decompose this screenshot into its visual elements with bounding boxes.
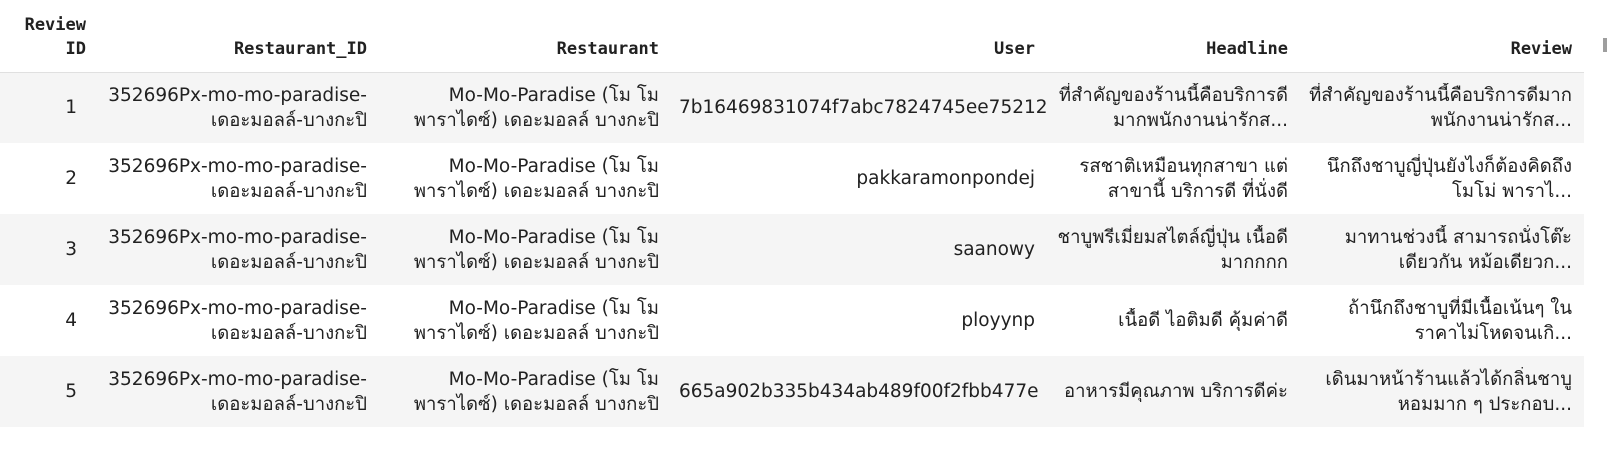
cell-user: ployynp — [671, 285, 1047, 356]
column-header-headline[interactable]: Headline — [1047, 0, 1300, 73]
dataframe-table: Review ID Restaurant_ID Restaurant User … — [0, 0, 1584, 427]
cell-review-id: 2 — [0, 143, 98, 214]
cell-review-id: 3 — [0, 214, 98, 285]
cell-user: 7b16469831074f7abc7824745ee75212 — [671, 72, 1047, 143]
cell-restaurant: Mo-Mo-Paradise (โม โม พาราไดซ์) เดอะมอลล… — [379, 356, 671, 427]
cell-headline: อาหารมีคุณภาพ บริการดีค่ะ — [1047, 356, 1300, 427]
cell-review: ถ้านึกถึงชาบูที่มีเนื้อเน้นๆ ในราคาไม่โห… — [1300, 285, 1584, 356]
cell-user: pakkaramonpondej — [671, 143, 1047, 214]
cell-review: ที่สำคัญของร้านนี้คือบริการดีมากพนักงานน… — [1300, 72, 1584, 143]
cell-review: มาทานช่วงนี้ สามารถนั่งโต๊ะเดียวกัน หม้อ… — [1300, 214, 1584, 285]
column-header-user[interactable]: User — [671, 0, 1047, 73]
cell-review-text: มาทานช่วงนี้ สามารถนั่งโต๊ะเดียวกัน หม้อ… — [1344, 226, 1572, 273]
cell-headline-text: เนื้อดี ไอติมดี คุ้มค่าดี — [1118, 310, 1288, 331]
cell-restaurant-id: 352696Px-mo-mo-paradise-เดอะมอลล์-บางกะป… — [98, 214, 379, 285]
table-row: 1 352696Px-mo-mo-paradise-เดอะมอลล์-บางก… — [0, 72, 1584, 143]
cell-restaurant-id: 352696Px-mo-mo-paradise-เดอะมอลล์-บางกะป… — [98, 356, 379, 427]
cell-headline: เนื้อดี ไอติมดี คุ้มค่าดี — [1047, 285, 1300, 356]
table-row: 3 352696Px-mo-mo-paradise-เดอะมอลล์-บางก… — [0, 214, 1584, 285]
cell-user: saanowy — [671, 214, 1047, 285]
horizontal-overflow-indicator[interactable] — [1603, 38, 1607, 52]
cell-review-text: ที่สำคัญของร้านนี้คือบริการดีมากพนักงานน… — [1309, 84, 1572, 131]
column-header-review[interactable]: Review — [1300, 0, 1584, 73]
cell-restaurant-id: 352696Px-mo-mo-paradise-เดอะมอลล์-บางกะป… — [98, 285, 379, 356]
cell-review-id: 4 — [0, 285, 98, 356]
cell-restaurant-id: 352696Px-mo-mo-paradise-เดอะมอลล์-บางกะป… — [98, 72, 379, 143]
column-header-review-id[interactable]: Review ID — [0, 0, 98, 73]
cell-review-text: เดินมาหน้าร้านแล้วได้กลิ่นชาบูหอมมาก ๆ ป… — [1325, 368, 1572, 415]
cell-headline-text: รสชาติเหมือนทุกสาขา แต่สาขานี้ บริการดี … — [1079, 155, 1288, 202]
cell-restaurant-id: 352696Px-mo-mo-paradise-เดอะมอลล์-บางกะป… — [98, 143, 379, 214]
cell-restaurant: Mo-Mo-Paradise (โม โม พาราไดซ์) เดอะมอลล… — [379, 72, 671, 143]
header-row: Review ID Restaurant_ID Restaurant User … — [0, 0, 1584, 73]
table-row: 2 352696Px-mo-mo-paradise-เดอะมอลล์-บางก… — [0, 143, 1584, 214]
cell-user: 665a902b335b434ab489f00f2fbb477e — [671, 356, 1047, 427]
cell-review: เดินมาหน้าร้านแล้วได้กลิ่นชาบูหอมมาก ๆ ป… — [1300, 356, 1584, 427]
cell-review: นึกถึงชาบูญี่ปุ่นยังไงก็ต้องคิดถึงโมโม่ … — [1300, 143, 1584, 214]
cell-headline: รสชาติเหมือนทุกสาขา แต่สาขานี้ บริการดี … — [1047, 143, 1300, 214]
cell-restaurant: Mo-Mo-Paradise (โม โม พาราไดซ์) เดอะมอลล… — [379, 285, 671, 356]
cell-review-id: 1 — [0, 72, 98, 143]
cell-headline-text: ที่สำคัญของร้านนี้คือบริการดีมากพนักงานน… — [1058, 84, 1288, 131]
cell-restaurant: Mo-Mo-Paradise (โม โม พาราไดซ์) เดอะมอลล… — [379, 214, 671, 285]
table-row: 4 352696Px-mo-mo-paradise-เดอะมอลล์-บางก… — [0, 285, 1584, 356]
column-header-restaurant-id[interactable]: Restaurant_ID — [98, 0, 379, 73]
cell-restaurant: Mo-Mo-Paradise (โม โม พาราไดซ์) เดอะมอลล… — [379, 143, 671, 214]
cell-review-id: 5 — [0, 356, 98, 427]
column-header-restaurant[interactable]: Restaurant — [379, 0, 671, 73]
table-row: 5 352696Px-mo-mo-paradise-เดอะมอลล์-บางก… — [0, 356, 1584, 427]
cell-headline-text: ชาบูพรีเมี่ยมสไตล์ญี่ปุ่น เนื้อดีมากกกก — [1057, 226, 1288, 273]
cell-review-text: ถ้านึกถึงชาบูที่มีเนื้อเน้นๆ ในราคาไม่โห… — [1348, 297, 1572, 344]
cell-headline: ที่สำคัญของร้านนี้คือบริการดีมากพนักงานน… — [1047, 72, 1300, 143]
cell-headline: ชาบูพรีเมี่ยมสไตล์ญี่ปุ่น เนื้อดีมากกกก — [1047, 214, 1300, 285]
cell-headline-text: อาหารมีคุณภาพ บริการดีค่ะ — [1064, 381, 1288, 402]
dataframe-table-container: Review ID Restaurant_ID Restaurant User … — [0, 0, 1614, 455]
cell-review-text: นึกถึงชาบูญี่ปุ่นยังไงก็ต้องคิดถึงโมโม่ … — [1326, 155, 1572, 202]
